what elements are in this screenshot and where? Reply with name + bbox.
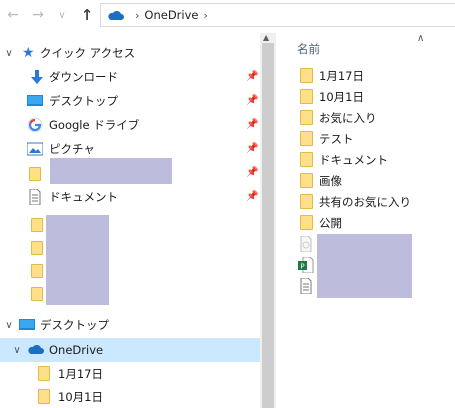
pin-icon[interactable]: 📌 [246, 167, 258, 179]
navigation-toolbar: ← → ∨ ↑ › OneDrive › [0, 0, 455, 33]
folder-icon [38, 366, 50, 381]
nav-item-onedrive[interactable]: ∨ OneDrive [0, 338, 260, 362]
nav-item-desktop-pinned[interactable]: デスクトップ 📌 [0, 89, 260, 113]
file-name: お気に入り [319, 110, 377, 125]
file-row-folder[interactable]: お気に入り [277, 107, 455, 128]
file-row-folder[interactable]: 10月1日 [277, 86, 455, 107]
download-arrow-icon [31, 70, 43, 84]
nav-label-folder: 1月17日 [58, 367, 103, 381]
breadcrumb-separator[interactable]: › [135, 9, 139, 22]
file-row-folder[interactable]: 1月17日 [277, 65, 455, 86]
desktop-icon [27, 95, 43, 106]
folder-icon [300, 173, 313, 188]
sort-chevron-icon[interactable]: ∧ [417, 33, 424, 44]
file-name: 共有のお気に入り [319, 194, 411, 209]
file-name: 1月17日 [319, 68, 364, 83]
folder-icon [300, 215, 313, 230]
folder-icon [300, 131, 313, 146]
nav-item-downloads[interactable]: ダウンロード 📌 [0, 65, 260, 89]
folder-icon [38, 389, 50, 404]
breadcrumb-onedrive[interactable]: OneDrive [144, 8, 198, 22]
file-row-folder[interactable]: テスト [277, 128, 455, 149]
publisher-file-icon: P [298, 257, 314, 273]
star-icon: ★ [22, 45, 35, 61]
forward-button[interactable]: → [29, 6, 47, 24]
collapse-chevron-icon[interactable]: ∨ [3, 48, 15, 59]
folder-icon [300, 194, 313, 209]
recent-locations-button[interactable]: ∨ [55, 6, 69, 24]
nav-item-google-drive[interactable]: Google ドライブ 📌 [0, 113, 260, 137]
folder-icon [300, 68, 313, 83]
folder-icon [300, 89, 313, 104]
documents-icon [29, 189, 41, 205]
pin-icon[interactable]: 📌 [246, 119, 258, 131]
file-list-pane: ∧ 名前 1月17日 10月1日 お気に入り テスト ドキュメント 画像 共有の… [277, 33, 455, 408]
file-name: ドキュメント [319, 152, 388, 167]
desktop-icon [19, 319, 35, 330]
nav-label-folder: 10月1日 [58, 390, 103, 404]
file-name: 画像 [319, 173, 342, 188]
back-button[interactable]: ← [4, 6, 22, 24]
nav-label-google-drive: Google ドライブ [49, 118, 140, 132]
nav-item-documents[interactable]: ドキュメント 📌 [0, 185, 260, 209]
nav-item-desktop[interactable]: ∨ デスクトップ [0, 313, 260, 337]
pin-icon[interactable]: 📌 [246, 71, 258, 83]
nav-item-redacted-folder[interactable]: 📌 [0, 158, 260, 185]
nav-item-onedrive-child[interactable]: 10月1日 [0, 385, 260, 408]
file-row-folder[interactable]: 公開 [277, 212, 455, 233]
collapse-chevron-icon[interactable]: ∨ [3, 320, 15, 331]
pin-icon[interactable]: 📌 [246, 191, 258, 203]
nav-label-downloads: ダウンロード [49, 70, 118, 84]
google-drive-icon [27, 117, 43, 133]
redacted-folder-names [46, 215, 109, 305]
folder-icon [31, 218, 43, 232]
onedrive-cloud-icon [108, 10, 124, 20]
folder-icon [29, 167, 41, 181]
breadcrumb-chevron[interactable]: › [203, 9, 207, 22]
pin-icon[interactable]: 📌 [246, 143, 258, 155]
file-name: テスト [319, 131, 354, 146]
onedrive-cloud-icon [28, 344, 44, 354]
file-row-folder[interactable]: 画像 [277, 170, 455, 191]
nav-item-quick-access[interactable]: ∨ ★ クイック アクセス [0, 41, 260, 65]
nav-label-onedrive: OneDrive [49, 343, 104, 357]
navigation-scrollbar[interactable]: ▲ [260, 33, 276, 408]
pin-icon[interactable]: 📌 [246, 95, 258, 107]
up-button[interactable]: ↑ [78, 6, 96, 24]
text-file-icon [300, 278, 312, 294]
column-header-name[interactable]: 名前 [297, 41, 320, 57]
folder-icon [300, 110, 313, 125]
navigation-pane: ∨ ★ クイック アクセス ダウンロード 📌 デスクトップ 📌 Google ド… [0, 33, 260, 408]
file-name: 公開 [319, 215, 342, 230]
nav-label-pictures: ピクチャ [49, 142, 95, 156]
scrollbar-thumb[interactable] [262, 43, 274, 408]
redacted-label [50, 158, 172, 184]
nav-item-onedrive-child[interactable]: 1月17日 [0, 362, 260, 386]
pictures-icon [27, 142, 43, 156]
svg-text:P: P [300, 263, 304, 271]
collapse-chevron-icon[interactable]: ∨ [11, 345, 23, 356]
address-bar[interactable]: › OneDrive › [100, 3, 455, 27]
blank-file-icon [300, 236, 312, 252]
file-row-folder[interactable]: ドキュメント [277, 149, 455, 170]
folder-icon [31, 241, 43, 255]
nav-label-desktop: デスクトップ [49, 94, 118, 108]
nav-label-documents: ドキュメント [49, 190, 118, 204]
folder-icon [31, 287, 43, 301]
file-name: 10月1日 [319, 89, 364, 104]
nav-label-quick-access: クイック アクセス [40, 46, 136, 60]
redacted-file-names [317, 234, 412, 298]
scroll-up-arrow-icon[interactable]: ▲ [263, 33, 269, 42]
nav-label-desktop-root: デスクトップ [40, 318, 109, 332]
folder-icon [300, 152, 313, 167]
folder-icon [31, 264, 43, 278]
file-row-folder[interactable]: 共有のお気に入り [277, 191, 455, 212]
